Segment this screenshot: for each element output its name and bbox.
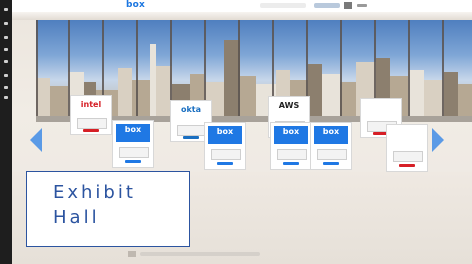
exhibit-hall-screen: box intel okta AWS box box box box Exhib… (0, 0, 472, 264)
booth-counter (77, 118, 107, 129)
rail-people-icon[interactable] (4, 48, 8, 51)
booth-box-4[interactable]: box (310, 122, 352, 170)
booth-logo: box (216, 127, 234, 136)
booth-logo: box (124, 125, 142, 134)
search-field-icon[interactable] (260, 3, 306, 8)
booth-tag (217, 162, 233, 165)
booth-counter (211, 149, 241, 160)
hall-ceiling (12, 12, 472, 20)
footer-strip (140, 252, 260, 256)
booth-tag (399, 164, 415, 167)
booth-tag (125, 160, 141, 163)
left-app-rail (0, 0, 12, 264)
brand-logo[interactable]: box (126, 0, 145, 10)
booth-tag (323, 162, 339, 165)
rail-help-icon[interactable] (4, 74, 8, 77)
booth-tag (83, 129, 99, 132)
booth-logo: box (322, 127, 340, 136)
exhibit-hall-label-card: Exhibit Hall (26, 171, 190, 247)
rail-settings-icon[interactable] (4, 86, 8, 89)
booth-box-2[interactable]: box (204, 122, 246, 170)
rail-home-icon[interactable] (4, 8, 8, 11)
booth-intel[interactable]: intel (70, 95, 112, 135)
booth-counter (317, 149, 347, 160)
booth-counter (119, 147, 149, 158)
booth-tag (183, 136, 199, 139)
booth-box-3[interactable]: box (270, 122, 312, 170)
booth-logo: AWS (278, 101, 300, 110)
rail-booth-icon[interactable] (4, 60, 8, 63)
booth-counter (277, 149, 307, 160)
footer-icon (128, 251, 136, 257)
booth-logo: okta (180, 105, 202, 114)
rail-agenda-icon[interactable] (4, 22, 8, 25)
triangle-right-icon[interactable] (432, 128, 444, 152)
booth-counter (177, 125, 207, 136)
rail-chat-icon[interactable] (4, 36, 8, 39)
more-icon[interactable] (357, 4, 367, 7)
booth-box-1[interactable]: box (112, 120, 154, 168)
triangle-left-icon[interactable] (30, 128, 42, 152)
booth-tag (283, 162, 299, 165)
booth-front-right[interactable] (386, 124, 428, 172)
booth-counter (393, 151, 423, 162)
rail-logout-icon[interactable] (4, 96, 8, 99)
exhibit-hall-title: Exhibit Hall (53, 182, 136, 228)
booth-logo: box (282, 127, 300, 136)
avatar-icon[interactable] (344, 2, 352, 9)
user-name-icon[interactable] (314, 3, 340, 8)
booth-logo: intel (80, 100, 102, 109)
